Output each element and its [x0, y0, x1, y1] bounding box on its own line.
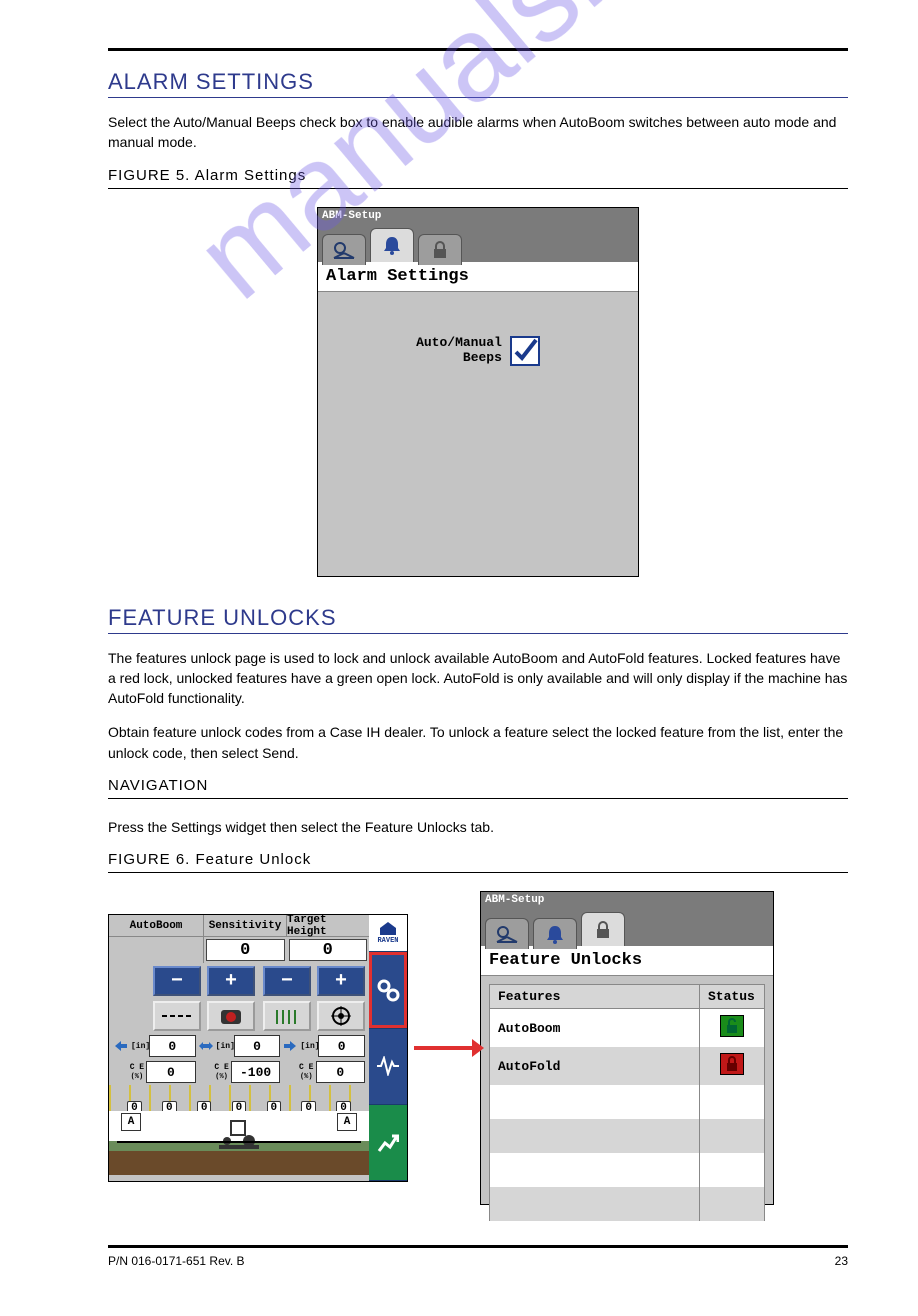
window-title-bar: ABM-Setup: [318, 208, 638, 224]
side-nav: RAVEN: [369, 915, 407, 1181]
diagnostics-button[interactable]: [369, 1029, 407, 1105]
chart-up-icon: [377, 1133, 399, 1153]
table-row[interactable]: AutoBoom: [490, 1009, 765, 1048]
col-status: Status: [700, 985, 765, 1009]
gear-boom-icon: [332, 240, 356, 260]
alarm-content-area: Auto/Manual Beeps: [318, 292, 638, 576]
readout-left-2[interactable]: 0: [146, 1061, 195, 1083]
figure-title-alarm: FIGURE 5. Alarm Settings: [108, 167, 848, 184]
feature-unlocks-window: ABM-Setup Feature Unlocks Features Statu…: [480, 891, 774, 1205]
readout-row-1: [in] 0 [in] 0 [in] 0: [109, 1033, 369, 1059]
nozzle-strip: 0 0 0 0 0 0 0: [109, 1085, 369, 1111]
feature-body-text-1: The features unlock page is used to lock…: [108, 648, 848, 709]
section-rule: [108, 97, 848, 98]
window-title-bar: ABM-Setup: [481, 892, 773, 908]
alarm-settings-window: ABM-Setup Alarm Settings Auto/Manual Bee…: [317, 207, 639, 577]
col-features: Features: [490, 985, 700, 1009]
top-rule: [108, 48, 848, 51]
tab-machine[interactable]: [485, 918, 529, 949]
footer-page-number: 23: [835, 1254, 848, 1268]
checkbox-label: Auto/Manual Beeps: [416, 336, 502, 365]
unlocked-icon: [720, 1015, 744, 1037]
tab-bar: [318, 224, 638, 262]
navigation-step-text: Press the Settings widget then select th…: [108, 817, 848, 837]
dashed-line-button[interactable]: [153, 1001, 201, 1031]
crop-mode-button[interactable]: [263, 1001, 311, 1031]
record-button[interactable]: [207, 1001, 255, 1031]
crop-icon: [274, 1008, 300, 1024]
ce-label: C E(%): [130, 1063, 145, 1081]
performance-button[interactable]: [369, 1105, 407, 1181]
autoboom-main-window: AutoBoom Sensitivity Target Height 0 0 −…: [108, 914, 408, 1182]
tab-alarm[interactable]: [370, 228, 414, 262]
tab-machine[interactable]: [322, 234, 366, 265]
col-target-height: Target Height: [287, 915, 369, 937]
target-button[interactable]: [317, 1001, 365, 1031]
autoboom-title: AutoBoom: [109, 915, 204, 937]
footer-left: P/N 016-0171-651 Rev. B: [108, 1254, 245, 1268]
a-badge-right: A: [337, 1113, 357, 1131]
tab-feature-unlocks[interactable]: [581, 912, 625, 946]
target-height-value[interactable]: 0: [289, 939, 368, 961]
home-button[interactable]: RAVEN: [369, 915, 407, 952]
check-icon: [512, 338, 538, 364]
sensitivity-value[interactable]: 0: [206, 939, 285, 961]
col-sensitivity: Sensitivity: [204, 915, 287, 937]
a-badge-left: A: [121, 1113, 141, 1131]
height-minus-button[interactable]: −: [263, 966, 311, 996]
bell-icon: [381, 234, 403, 256]
boom-line: [117, 1141, 361, 1153]
expand-right-icon: [282, 1038, 298, 1054]
expand-both-icon: [198, 1038, 214, 1054]
target-icon: [331, 1006, 351, 1026]
page-title: Alarm Settings: [318, 262, 638, 292]
table-row[interactable]: AutoFold: [490, 1047, 765, 1085]
section-rule: [108, 633, 848, 634]
thin-rule: [108, 798, 848, 799]
tab-alarm[interactable]: [533, 918, 577, 949]
dashed-line-icon: [162, 1012, 192, 1020]
readout-right-1[interactable]: 0: [318, 1035, 365, 1057]
tab-feature-unlocks[interactable]: [418, 234, 462, 265]
feature-table: Features Status AutoBoom AutoFold: [489, 984, 765, 1221]
thin-rule: [108, 872, 848, 873]
settings-button[interactable]: [369, 952, 407, 1028]
tab-bar: [481, 908, 773, 946]
feature-body-text-2: Obtain feature unlock codes from a Case …: [108, 722, 848, 763]
navigation-heading: NAVIGATION: [108, 777, 848, 794]
alarm-body-text: Select the Auto/Manual Beeps check box t…: [108, 112, 848, 153]
feature-name: AutoFold: [490, 1047, 700, 1085]
figure-title-feature: FIGURE 6. Feature Unlock: [108, 851, 848, 868]
lock-icon: [430, 240, 450, 260]
readout-row-2: C E(%) 0 C E(%) -100 C E(%) 0: [109, 1059, 369, 1085]
sensitivity-minus-button[interactable]: −: [153, 966, 201, 996]
readout-mid-2[interactable]: -100: [231, 1061, 280, 1083]
height-plus-button[interactable]: +: [317, 966, 365, 996]
page-footer: P/N 016-0171-651 Rev. B 23: [108, 1245, 848, 1268]
page-title: Feature Unlocks: [481, 946, 773, 976]
auto-manual-beeps-checkbox[interactable]: [510, 336, 540, 366]
readout-left-1[interactable]: 0: [149, 1035, 196, 1057]
record-icon: [220, 1007, 242, 1025]
expand-left-icon: [113, 1038, 129, 1054]
readout-right-2[interactable]: 0: [316, 1061, 365, 1083]
bell-icon: [544, 923, 566, 945]
navigation-arrow: [414, 1046, 474, 1050]
sensitivity-plus-button[interactable]: +: [207, 966, 255, 996]
readout-mid-1[interactable]: 0: [234, 1035, 281, 1057]
thin-rule: [108, 188, 848, 189]
lock-icon: [593, 920, 613, 940]
field-view: A A: [109, 1111, 369, 1175]
gear-boom-icon: [495, 924, 519, 944]
section-heading-alarm: ALARM SETTINGS: [108, 69, 848, 95]
home-icon: [378, 921, 398, 937]
feature-name: AutoBoom: [490, 1009, 700, 1048]
gears-icon: [376, 978, 400, 1002]
feature-content-area: Features Status AutoBoom AutoFold: [481, 976, 773, 1204]
unit-in-label: [in]: [131, 1042, 147, 1051]
locked-icon: [720, 1053, 744, 1075]
section-heading-feature: FEATURE UNLOCKS: [108, 605, 848, 631]
wave-icon: [376, 1056, 400, 1076]
